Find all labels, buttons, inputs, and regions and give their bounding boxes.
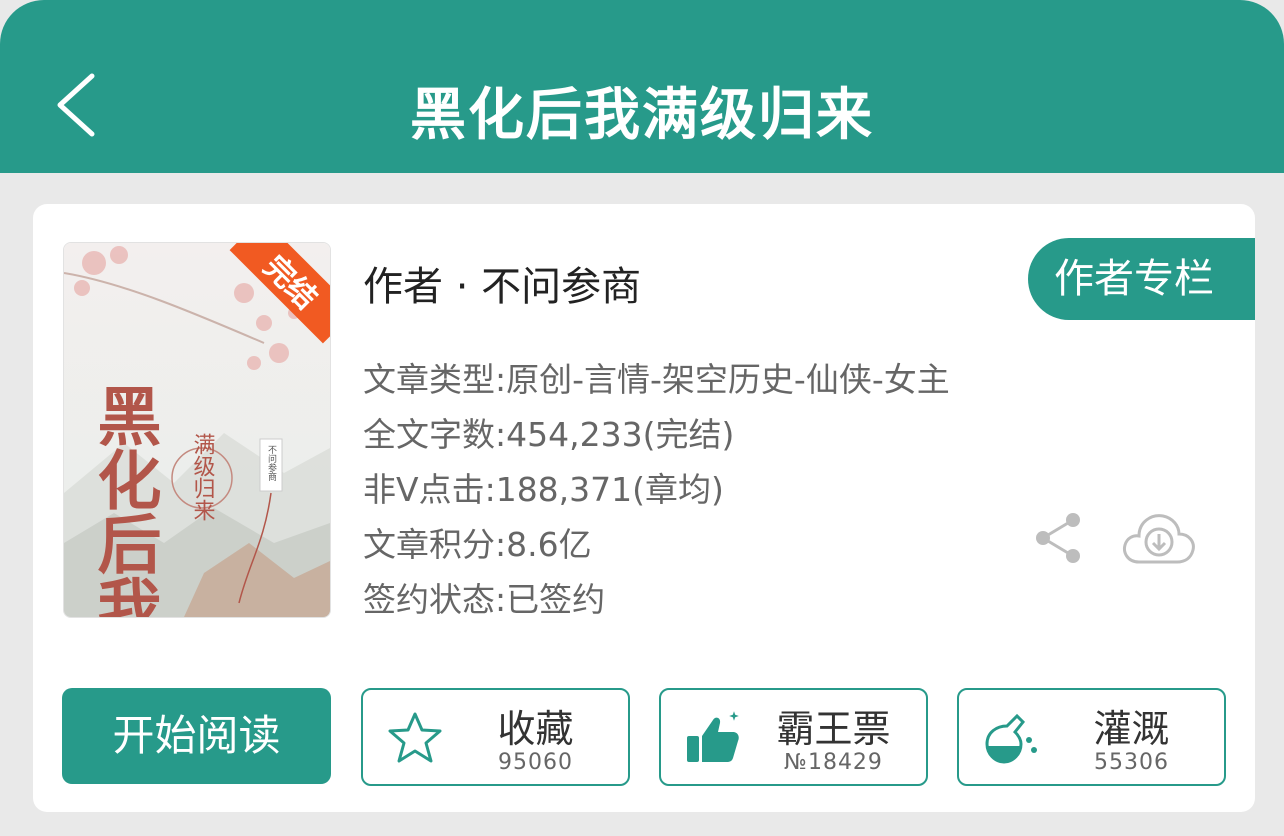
- book-cover[interactable]: 黑化后我 满级归来 不问参商 完结: [63, 242, 331, 618]
- nutrient-button[interactable]: 灌溉 55306: [957, 688, 1226, 786]
- vote-label: 霸王票: [776, 707, 891, 751]
- star-icon: [388, 712, 442, 763]
- thumbs-up-icon: [687, 711, 739, 762]
- nutrient-label: 灌溉: [1093, 707, 1170, 751]
- page-title: 黑化后我满级归来: [410, 83, 874, 148]
- vote-button[interactable]: 霸王票 №18429: [659, 688, 928, 786]
- score-text: 文章积分:8.6亿: [363, 525, 592, 564]
- favorite-label: 收藏: [497, 707, 574, 751]
- top-navigation-bar: 黑化后我满级归来: [0, 0, 1284, 173]
- favorite-count: 95060: [498, 750, 573, 775]
- author-column-button[interactable]: 作者专栏: [1028, 238, 1255, 320]
- favorite-button[interactable]: 收藏 95060: [361, 688, 630, 786]
- cover-illustration: 黑化后我 满级归来 不问参商 完结: [64, 243, 330, 617]
- cover-author-tag: 不问参商: [266, 445, 277, 482]
- start-reading-button[interactable]: 开始阅读: [62, 688, 331, 784]
- word-count-text: 全文字数:454,233(完结): [363, 415, 735, 454]
- cloud-download-icon[interactable]: [1121, 510, 1197, 566]
- nutrient-count: 55306: [1094, 750, 1169, 775]
- cover-subtitle-art: 满级归来: [190, 433, 216, 521]
- clicks-text: 非Ⅴ点击:188,371(章均): [363, 470, 724, 509]
- contract-status-text: 签约状态:已签约: [363, 580, 606, 619]
- author-line[interactable]: 作者 · 不问参商: [363, 254, 641, 312]
- book-info-card: 黑化后我 满级归来 不问参商 完结 作者 · 不问参商 作者专栏 文章类型:原创…: [33, 204, 1255, 812]
- genre-text: 文章类型:原创-言情-架空历史-仙侠-女主: [363, 360, 950, 399]
- book-meta: 文章类型:原创-言情-架空历史-仙侠-女主 全文字数:454,233(完结) 非…: [363, 352, 950, 627]
- vote-count: №18429: [784, 750, 883, 775]
- flask-icon: [985, 713, 1037, 764]
- share-icon[interactable]: [1033, 512, 1083, 564]
- cover-title-art: 黑化后我: [87, 383, 162, 617]
